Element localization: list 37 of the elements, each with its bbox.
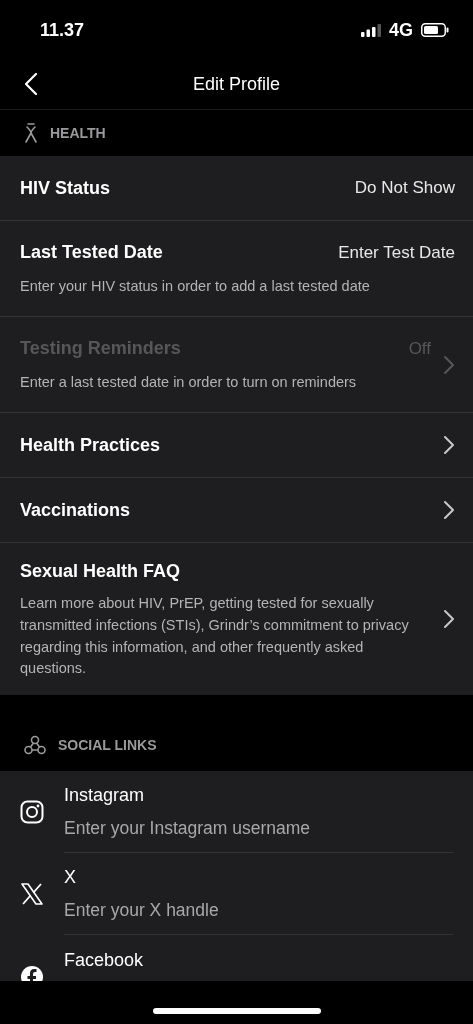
- settings-row[interactable]: Health Practices: [0, 413, 473, 478]
- row-title: Testing Reminders: [20, 337, 181, 361]
- chevron-icon: [443, 435, 455, 455]
- link-label: Instagram: [64, 783, 146, 807]
- chevron-icon: [443, 500, 455, 520]
- row-description: Enter your HIV status in order to add a last tested date: [20, 277, 371, 297]
- signal-icon: [361, 23, 381, 37]
- row-value: Off: [408, 337, 431, 360]
- chevron-icon: [443, 354, 455, 375]
- settings-row[interactable]: Vaccinations: [0, 478, 473, 543]
- network-icon: [24, 735, 46, 755]
- x-logo-icon: [20, 882, 44, 906]
- section-heading: SOCIAL LINKS: [58, 735, 157, 755]
- row-description: Enter a last tested date in order to turn on reminders: [20, 373, 358, 393]
- username-field[interactable]: Enter your X handle: [64, 896, 453, 924]
- settings-row[interactable]: Last Tested Date Enter Test Date Enter your HIV status in order to add a last tested date: [0, 221, 473, 317]
- row-description: Learn more about HIV, PrEP, getting tested for sexually transmitted infections (STIs), Grindr’s commitment to privacy regarding this information, and other frequently asked questions.: [20, 594, 410, 679]
- page-title: Edit Profile: [192, 73, 280, 96]
- settings-row[interactable]: HIV Status Do Not Show: [0, 156, 473, 221]
- row-title: Sexual Health FAQ: [20, 560, 181, 583]
- back-button[interactable]: [24, 72, 38, 96]
- status-time: 11.37: [40, 18, 85, 42]
- row-value: Do Not Show: [354, 177, 455, 200]
- section-heading: HEALTH: [50, 123, 106, 143]
- row-title: Last Tested Date: [20, 241, 163, 265]
- row-value: Enter Test Date: [338, 241, 455, 264]
- battery-icon: [421, 23, 449, 37]
- network-label: 4G: [389, 18, 413, 42]
- link-label: X: [64, 865, 77, 889]
- chevron-icon: [443, 609, 455, 629]
- username-field[interactable]: Enter your Instagram username: [64, 814, 453, 842]
- instagram-icon: [20, 800, 44, 824]
- link-label: Facebook: [64, 949, 145, 972]
- row-title: Vaccinations: [20, 498, 131, 522]
- ribbon-icon: [24, 123, 38, 143]
- row-title: Health Practices: [20, 433, 161, 457]
- row-title: HIV Status: [20, 176, 111, 200]
